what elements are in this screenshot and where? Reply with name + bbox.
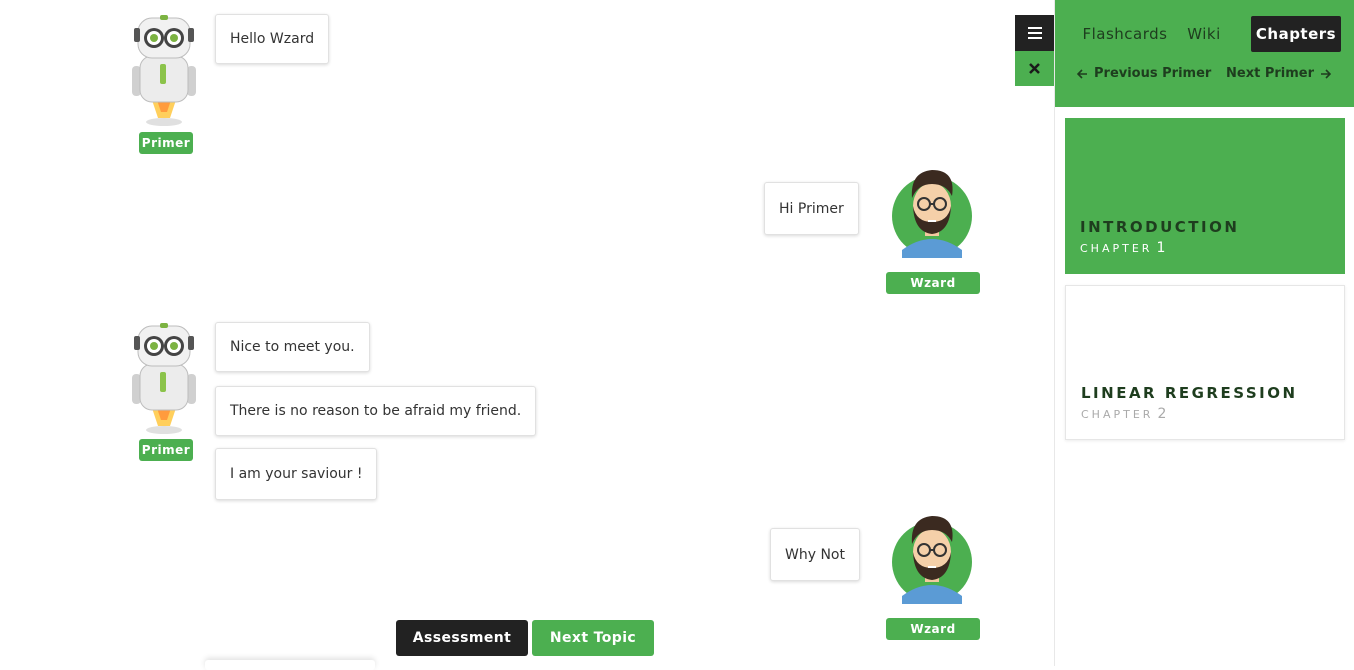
next-topic-button[interactable]: Next Topic xyxy=(532,620,654,656)
chapter-number: 2 xyxy=(1157,406,1170,422)
user-message: Hi Primer xyxy=(764,182,859,235)
chapter-number: 1 xyxy=(1156,240,1169,256)
arrow-right-icon xyxy=(1321,68,1331,79)
close-icon xyxy=(1029,63,1040,74)
next-primer-label: Next Primer xyxy=(1226,66,1314,81)
panel-header: Flashcards Wiki Chapters Previous Primer… xyxy=(1055,0,1354,107)
bot-message: Hello Wzard xyxy=(215,14,330,64)
chapter-subtitle: CHAPTER 2 xyxy=(1081,406,1169,422)
user-name-badge: Wzard xyxy=(886,272,980,294)
user-avatar xyxy=(888,508,976,604)
tab-chapters[interactable]: Chapters xyxy=(1251,16,1341,52)
chapter-card-linear-regression[interactable]: LINEAR REGRESSION CHAPTER 2 xyxy=(1065,285,1345,440)
chapters-panel: Flashcards Wiki Chapters Previous Primer… xyxy=(1054,0,1354,666)
bot-name-badge: Primer xyxy=(139,132,193,154)
next-primer-link[interactable]: Next Primer xyxy=(1226,66,1331,81)
chapter-card-introduction[interactable]: INTRODUCTION CHAPTER 1 xyxy=(1065,118,1345,274)
tab-wiki[interactable]: Wiki xyxy=(1183,16,1225,52)
hamburger-icon xyxy=(1027,27,1042,39)
user-name-badge: Wzard xyxy=(886,618,980,640)
previous-primer-label: Previous Primer xyxy=(1094,66,1212,81)
chapter-label: CHAPTER xyxy=(1080,242,1153,255)
chapter-label: CHAPTER xyxy=(1081,408,1154,421)
menu-toggle-button[interactable] xyxy=(1015,15,1054,51)
previous-primer-link[interactable]: Previous Primer xyxy=(1077,66,1211,81)
chapter-subtitle: CHAPTER 1 xyxy=(1080,240,1168,256)
arrow-left-icon xyxy=(1077,68,1087,79)
bot-name-badge: Primer xyxy=(139,439,193,461)
bot-message: Nice to meet you. xyxy=(215,322,370,372)
bot-message: I am your saviour ! xyxy=(215,448,378,500)
chapter-title: LINEAR REGRESSION xyxy=(1081,384,1298,402)
tab-flashcards[interactable]: Flashcards xyxy=(1065,16,1185,52)
next-message-edge xyxy=(205,660,375,670)
bot-message: There is no reason to be afraid my frien… xyxy=(215,386,537,436)
user-avatar xyxy=(888,162,976,258)
assessment-button[interactable]: Assessment xyxy=(396,620,528,656)
close-panel-button[interactable] xyxy=(1015,51,1054,86)
user-message: Why Not xyxy=(770,528,860,581)
chapter-title: INTRODUCTION xyxy=(1080,218,1240,236)
robot-avatar xyxy=(124,322,204,436)
robot-avatar xyxy=(124,14,204,128)
